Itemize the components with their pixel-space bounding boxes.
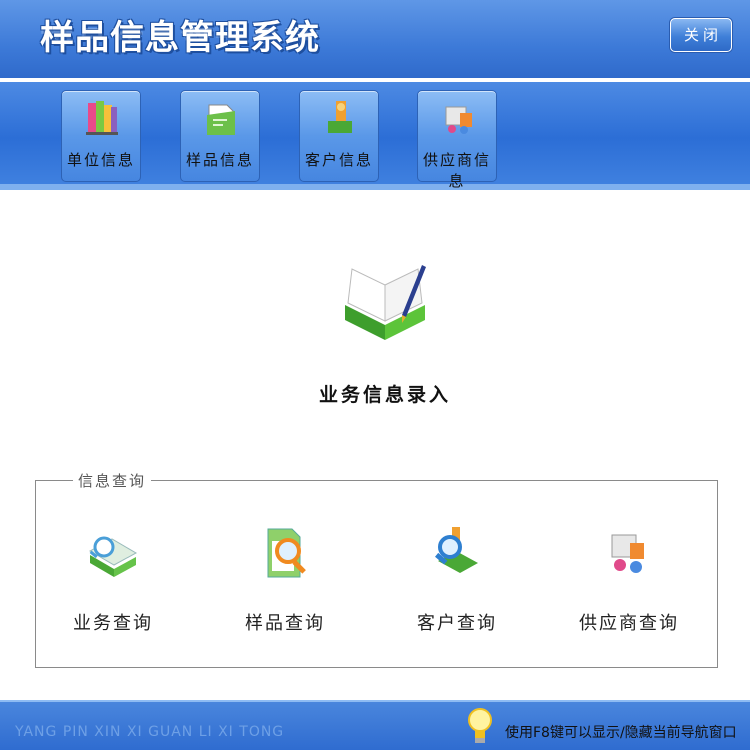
query-label: 客户查询: [417, 613, 497, 634]
toolbar-button-sample-info[interactable]: 样品信息: [180, 90, 260, 182]
status-bar: YANG PIN XIN XI GUAN LI XI TONG 使用F8键可以显…: [0, 700, 750, 750]
customer-search-icon: [435, 527, 478, 573]
open-book-pen-icon: [345, 265, 426, 340]
toolbar-button-supplier-info[interactable]: 供应商信息: [417, 90, 497, 190]
document-folder-icon: [207, 104, 235, 135]
app-title-reflection: 样品信息管理系统: [40, 28, 320, 50]
title-bar: 样品信息管理系统 样品信息管理系统 关闭: [0, 0, 750, 80]
close-button[interactable]: 关闭: [670, 18, 732, 52]
business-query-icon: [88, 536, 138, 577]
sample-search-icon: [267, 528, 306, 578]
entry-label: 业务信息录入: [318, 384, 451, 406]
supplier-query-button[interactable]: 供应商查询: [564, 521, 694, 641]
customer-icon: [328, 101, 352, 133]
toolbar-label: 客户信息: [304, 151, 373, 169]
business-entry-button[interactable]: 业务信息录入: [300, 255, 470, 415]
nav-toggle-tip[interactable]: 使用F8键可以显示/隐藏当前导航窗口: [465, 702, 750, 750]
query-label: 供应商查询: [579, 613, 679, 634]
toolbar-label: 样品信息: [185, 151, 254, 169]
lightbulb-icon: [468, 708, 492, 743]
footer-tip-text: 使用F8键可以显示/隐藏当前导航窗口: [505, 725, 737, 741]
customer-query-button[interactable]: 客户查询: [392, 521, 522, 641]
query-label: 业务查询: [73, 613, 153, 634]
main-toolbar: 单位信息 样品信息 客户信息 供应商信息: [0, 82, 750, 190]
info-query-group: 信息查询 业务查询 样品查询 客户查询 供应商查询: [35, 470, 718, 668]
supplier-query-icon: [611, 534, 644, 573]
toolbar-button-customer-info[interactable]: 客户信息: [299, 90, 379, 182]
toolbar-label: 供应商信息: [422, 151, 491, 190]
query-label: 样品查询: [245, 613, 325, 634]
sample-query-button[interactable]: 样品查询: [220, 521, 350, 641]
group-legend: 信息查询: [73, 470, 152, 491]
toolbar-label: 单位信息: [66, 151, 135, 169]
footer-brand: YANG PIN XIN XI GUAN LI XI TONG: [15, 724, 285, 740]
supplier-icon: [445, 106, 472, 134]
toolbar-button-unit-info[interactable]: 单位信息: [61, 90, 141, 182]
books-icon: [86, 101, 118, 135]
business-query-button[interactable]: 业务查询: [48, 521, 178, 641]
